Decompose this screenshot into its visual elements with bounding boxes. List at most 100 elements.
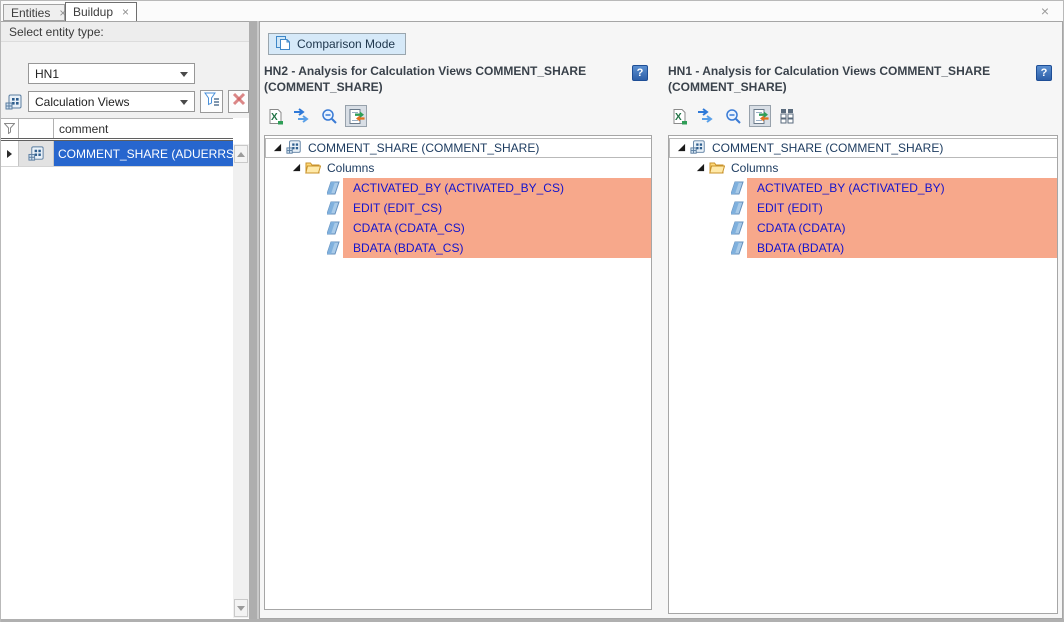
tree-item-label: ACTIVATED_BY (ACTIVATED_BY_CS)	[343, 178, 651, 198]
panel-hn2-tree: COMMENT_SHARE (COMMENT_SHARE) Columns	[264, 135, 652, 610]
tree-root-label: COMMENT_SHARE (COMMENT_SHARE)	[712, 141, 943, 155]
grid-row-selected[interactable]: COMMENT_SHARE (ADUERRSTEIN_T	[1, 141, 233, 167]
calculation-view-icon	[5, 93, 23, 116]
select-entity-type-header: Select entity type:	[1, 22, 249, 42]
export-excel-button[interactable]: X	[668, 105, 690, 127]
grid-column-header-comment[interactable]: comment	[54, 119, 233, 138]
tree-columns-node[interactable]: Columns	[669, 158, 1057, 178]
expander-icon[interactable]	[273, 141, 282, 155]
folder-open-icon	[305, 160, 321, 177]
column-icon	[327, 198, 341, 218]
entity-type-select[interactable]: Calculation Views	[28, 91, 195, 112]
grid-filter-funnel-icon[interactable]	[1, 119, 19, 138]
scroll-down-button[interactable]	[234, 599, 248, 617]
panel-hn1-title: HN1 - Analysis for Calculation Views COM…	[668, 64, 1026, 95]
column-icon	[327, 238, 341, 258]
tree-item-label: BDATA (BDATA_CS)	[343, 238, 651, 258]
system-select[interactable]: HN1	[28, 63, 195, 84]
layout-grid-button[interactable]	[776, 105, 798, 127]
system-select-value: HN1	[35, 67, 59, 81]
tree-item-row[interactable]: BDATA (BDATA_CS)	[265, 238, 651, 258]
tree-root-label: COMMENT_SHARE (COMMENT_SHARE)	[308, 141, 539, 155]
tab-entities[interactable]: Entities ×	[3, 4, 65, 21]
tree-item-row[interactable]: ACTIVATED_BY (ACTIVATED_BY_CS)	[265, 178, 651, 198]
tree-item-row[interactable]: ACTIVATED_BY (ACTIVATED_BY)	[669, 178, 1057, 198]
expander-icon[interactable]	[696, 161, 705, 175]
grid-header-row: comment	[1, 118, 233, 141]
chevron-down-icon	[180, 72, 188, 77]
column-icon	[731, 198, 745, 218]
arrow-up-icon	[237, 152, 245, 157]
tree-item-label: ACTIVATED_BY (ACTIVATED_BY)	[747, 178, 1057, 198]
tree-item-row[interactable]: CDATA (CDATA_CS)	[265, 218, 651, 238]
panel-hn1-toolbar: X	[668, 105, 798, 127]
calculation-view-icon	[19, 141, 54, 166]
arrow-down-icon	[237, 606, 245, 611]
tree-item-row[interactable]: BDATA (BDATA)	[669, 238, 1057, 258]
tab-buildup-label: Buildup	[73, 5, 113, 19]
window-close-icon[interactable]: ×	[1041, 3, 1049, 19]
tree-root-node[interactable]: COMMENT_SHARE (COMMENT_SHARE)	[669, 138, 1058, 158]
trace-flow-button[interactable]	[695, 105, 717, 127]
main-area: Comparison Mode HN2 - Analysis for Calcu…	[259, 21, 1063, 619]
sidebar-splitter[interactable]	[249, 21, 259, 619]
tab-entities-label: Entities	[11, 6, 50, 20]
column-icon	[731, 178, 745, 198]
panel-hn1-tree: COMMENT_SHARE (COMMENT_SHARE) Columns	[668, 135, 1058, 614]
column-icon	[731, 238, 745, 258]
comparison-mode-button[interactable]: Comparison Mode	[268, 33, 406, 55]
tree-columns-node[interactable]: Columns	[265, 158, 651, 178]
entity-type-select-value: Calculation Views	[35, 95, 130, 109]
calculation-view-icon	[690, 139, 706, 158]
sidebar-scrollbar[interactable]	[233, 144, 249, 618]
clear-filter-x-icon	[232, 92, 246, 111]
expander-icon[interactable]	[677, 141, 686, 155]
chevron-down-icon	[180, 100, 188, 105]
tab-buildup-close-icon[interactable]: ×	[122, 6, 129, 18]
panel-hn2: HN2 - Analysis for Calculation Views COM…	[264, 64, 654, 95]
svg-text:X: X	[271, 112, 278, 123]
grid-icon-column-header	[19, 119, 54, 138]
filter-button[interactable]	[200, 90, 223, 113]
trace-flow-button[interactable]	[291, 105, 313, 127]
tree-root-node[interactable]: COMMENT_SHARE (COMMENT_SHARE)	[265, 138, 652, 158]
copy-pages-icon	[275, 35, 291, 54]
tree-item-label: CDATA (CDATA_CS)	[343, 218, 651, 238]
row-marker-icon	[1, 141, 19, 166]
help-icon[interactable]: ?	[1036, 65, 1052, 81]
compare-documents-icon	[348, 108, 365, 125]
magnifier-minus-icon	[321, 108, 338, 125]
magnifier-minus-icon	[725, 108, 742, 125]
scroll-up-button[interactable]	[234, 145, 248, 163]
tab-buildup[interactable]: Buildup ×	[65, 2, 137, 21]
zoom-out-button[interactable]	[722, 105, 744, 127]
sidebar-controls: HN1 Calculation Views	[1, 42, 249, 118]
comparison-mode-label: Comparison Mode	[297, 37, 395, 51]
panel-hn2-title: HN2 - Analysis for Calculation Views COM…	[264, 64, 622, 95]
tree-item-row[interactable]: CDATA (CDATA)	[669, 218, 1057, 238]
expander-icon[interactable]	[292, 161, 301, 175]
tree-item-label: BDATA (BDATA)	[747, 238, 1057, 258]
application-window: Entities × Buildup × × Select entity typ…	[0, 0, 1064, 622]
tree-item-row[interactable]: EDIT (EDIT_CS)	[265, 198, 651, 218]
excel-icon: X	[267, 108, 284, 125]
filter-funnel-icon	[204, 91, 220, 112]
clear-filter-button[interactable]	[228, 90, 249, 113]
tree-columns-label: Columns	[327, 161, 374, 175]
grid-squares-icon	[779, 108, 795, 124]
svg-text:X: X	[675, 112, 682, 123]
tree-item-row[interactable]: EDIT (EDIT)	[669, 198, 1057, 218]
compare-sync-button[interactable]	[749, 105, 771, 127]
help-icon[interactable]: ?	[632, 65, 648, 81]
column-icon	[327, 218, 341, 238]
compare-sync-button[interactable]	[345, 105, 367, 127]
export-excel-button[interactable]: X	[264, 105, 286, 127]
tree-columns-label: Columns	[731, 161, 778, 175]
tree-item-label: EDIT (EDIT)	[747, 198, 1057, 218]
sidebar: Select entity type: HN1 Ca	[1, 21, 249, 619]
column-icon	[327, 178, 341, 198]
column-icon	[731, 218, 745, 238]
flow-arrows-icon	[293, 107, 311, 125]
zoom-out-button[interactable]	[318, 105, 340, 127]
entity-grid: comment COMMENT_SHARE (AD	[1, 118, 233, 167]
